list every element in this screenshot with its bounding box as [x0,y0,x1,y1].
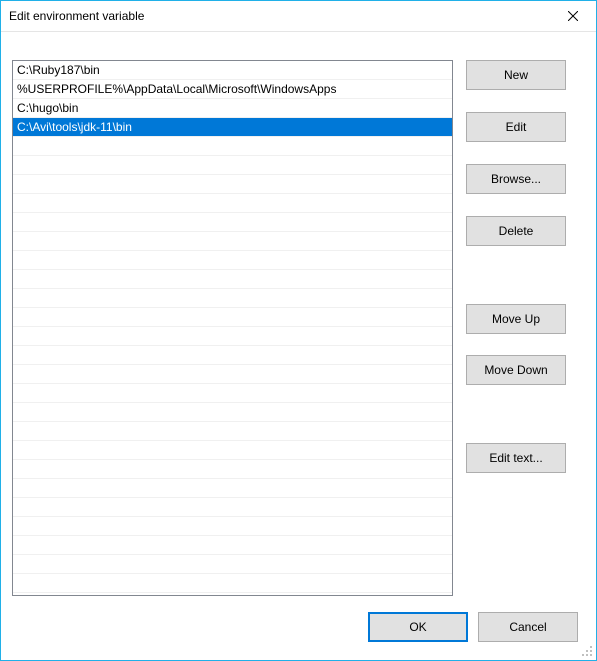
list-item-empty[interactable] [13,384,452,403]
list-item-empty[interactable] [13,403,452,422]
list-item-empty[interactable] [13,270,452,289]
list-item-empty[interactable] [13,574,452,593]
list-item-empty[interactable] [13,346,452,365]
edit-text-button[interactable]: Edit text... [466,443,566,473]
resize-grip-icon [582,646,594,658]
list-item-empty[interactable] [13,156,452,175]
list-item-empty[interactable] [13,498,452,517]
close-button[interactable] [550,1,596,31]
edit-button[interactable]: Edit [466,112,566,142]
cancel-button[interactable]: Cancel [478,612,578,642]
list-item-empty[interactable] [13,365,452,384]
list-item-empty[interactable] [13,422,452,441]
list-item-empty[interactable] [13,536,452,555]
dialog-content: C:\Ruby187\bin%USERPROFILE%\AppData\Loca… [1,32,596,660]
browse-button[interactable]: Browse... [466,164,566,194]
list-item-empty[interactable] [13,517,452,536]
list-item-empty[interactable] [13,289,452,308]
resize-grip[interactable] [582,646,594,658]
list-item-empty[interactable] [13,308,452,327]
titlebar: Edit environment variable [1,1,596,32]
list-item-empty[interactable] [13,213,452,232]
delete-button[interactable]: Delete [466,216,566,246]
list-item[interactable]: C:\hugo\bin [13,99,452,118]
list-item-empty[interactable] [13,555,452,574]
list-item-empty[interactable] [13,479,452,498]
list-item-empty[interactable] [13,460,452,479]
main-area: C:\Ruby187\bin%USERPROFILE%\AppData\Loca… [12,43,585,596]
bottom-buttons: OK Cancel [368,612,578,642]
path-listbox[interactable]: C:\Ruby187\bin%USERPROFILE%\AppData\Loca… [12,60,453,596]
list-item-empty[interactable] [13,327,452,346]
list-item[interactable]: %USERPROFILE%\AppData\Local\Microsoft\Wi… [13,80,452,99]
list-item-empty[interactable] [13,175,452,194]
move-down-button[interactable]: Move Down [466,355,566,385]
side-buttons: New Edit Browse... Delete Move Up Move D… [466,60,566,596]
list-item[interactable]: C:\Avi\tools\jdk-11\bin [13,118,452,137]
list-item[interactable]: C:\Ruby187\bin [13,61,452,80]
list-item-empty[interactable] [13,194,452,213]
list-item-empty[interactable] [13,232,452,251]
list-item-empty[interactable] [13,251,452,270]
list-item-empty[interactable] [13,137,452,156]
close-icon [568,11,578,21]
window-title: Edit environment variable [9,9,144,23]
list-item-empty[interactable] [13,441,452,460]
move-up-button[interactable]: Move Up [466,304,566,334]
new-button[interactable]: New [466,60,566,90]
ok-button[interactable]: OK [368,612,468,642]
